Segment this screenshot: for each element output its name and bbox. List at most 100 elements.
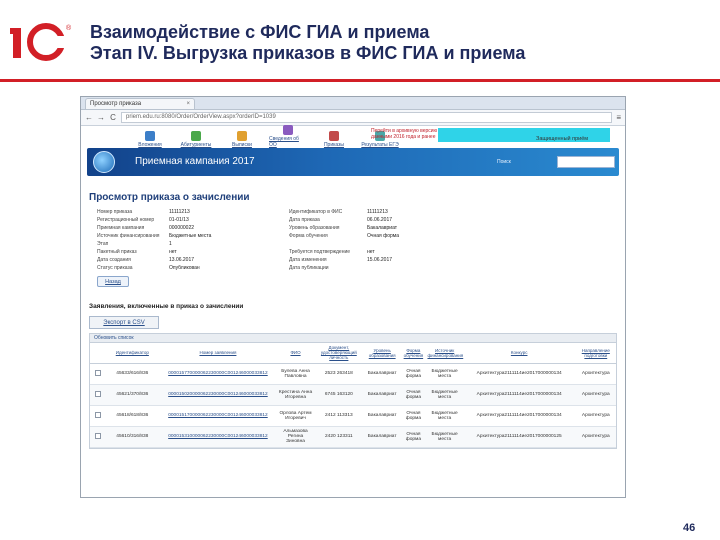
menu-icon[interactable]: ≡ [616, 113, 621, 122]
cell-level: Бакалавриат [364, 405, 401, 427]
row-checkbox-cell [90, 363, 107, 385]
browser-tab-title: Просмотр приказа [90, 101, 142, 107]
cell-financing: Бюджетные места [426, 426, 463, 448]
row-checkbox[interactable] [95, 390, 102, 397]
cell-direction: Архитектура [575, 384, 616, 406]
column-header[interactable]: Документ, удостоверяющий личность [313, 343, 365, 364]
menu-item-applicants[interactable]: Абитуриенты [177, 131, 215, 148]
column-header [90, 343, 107, 364]
close-icon[interactable]: × [186, 101, 190, 107]
menu-item-label: Сведения об ОО [269, 136, 299, 148]
cell-financing: Бюджетные места [426, 405, 463, 427]
banner-search-input[interactable] [557, 156, 615, 168]
cell-form: Очная форма [400, 363, 427, 385]
refresh-list-link[interactable]: Обновить список [90, 334, 616, 343]
cell-document: 2420 123311 [313, 426, 365, 448]
cell-direction: Архитектура [575, 363, 616, 385]
extracts-icon [237, 131, 247, 141]
browser-window: Просмотр приказа × ← → C priem.edu.ru:80… [80, 96, 626, 498]
row-checkbox[interactable] [95, 369, 102, 376]
secure-cabinet-link[interactable]: Защищенный приём [536, 136, 588, 142]
applications-table: Обновить список Идентификатор Номер заяв… [89, 333, 617, 449]
column-header[interactable]: Конкурс [462, 343, 576, 364]
cell-level: Бакалавриат [364, 426, 401, 448]
field-label: Дата создания [97, 257, 131, 263]
slide-title-line-2: Этап IV. Выгрузка приказов в ФИС ГИА и п… [90, 43, 526, 63]
table-row: 45618/618/836 000015170000062230000C0012… [90, 405, 616, 427]
column-header[interactable]: Форма обучения [400, 343, 427, 364]
field-value [367, 241, 467, 248]
row-checkbox-cell [90, 405, 107, 427]
column-header[interactable]: Источник финансирования [426, 343, 463, 364]
field-label: Приемная кампания [97, 225, 145, 231]
table-row: 45621/370/836 000015020000062230000C0012… [90, 384, 616, 406]
menu-item-orders[interactable]: Приказы [315, 131, 353, 148]
field-value: Бюджетные места [169, 233, 212, 239]
field-value: 000000022 [169, 225, 195, 231]
field-label: Дата изменения [289, 257, 327, 263]
address-bar[interactable]: priem.edu.ru:8080/Order/OrderView.aspx?o… [121, 112, 613, 123]
cell-direction: Архитектура [575, 405, 616, 427]
column-header[interactable]: Идентификатор [106, 343, 159, 364]
row-checkbox[interactable] [95, 411, 102, 418]
cell-id: 45610/316/838 [106, 426, 159, 448]
cell-financing: Бюджетные места [426, 363, 463, 385]
order-info-grid: Номер приказа 11111213 Идентификатор в Ф… [97, 209, 625, 272]
back-button[interactable]: Назад [97, 276, 129, 287]
registered-mark: ® [66, 24, 72, 32]
menu-item-extracts[interactable]: Выписки [223, 131, 261, 148]
field-label: Номер приказа [97, 209, 133, 215]
row-checkbox-cell [90, 384, 107, 406]
table-row: 45610/316/838 000015310000062230000C0012… [90, 426, 616, 448]
cell-level: Бакалавриат [364, 363, 401, 385]
cell-direction: Архитектура [575, 426, 616, 448]
cell-form: Очная форма [400, 384, 427, 406]
cell-financing: Бюджетные места [426, 384, 463, 406]
field-label: Статус приказа [97, 265, 133, 271]
cell-form: Очная форма [400, 405, 427, 427]
column-header[interactable]: ФИО [277, 343, 314, 364]
site-menu: Вложения Абитуриенты Выписки Сведения об… [81, 125, 625, 148]
applications-grid: Идентификатор Номер заявления ФИО Докуме… [90, 343, 616, 448]
cell-id: 45618/618/836 [106, 405, 159, 427]
browser-tab[interactable]: Просмотр приказа × [85, 98, 195, 109]
cell-competition: Архитектура2111114ие2017000000134 [462, 363, 576, 385]
field-value: нет [169, 249, 177, 255]
forward-icon[interactable]: → [97, 113, 105, 122]
cell-level: Бакалавриат [364, 384, 401, 406]
field-value [367, 265, 467, 272]
reload-icon[interactable]: C [109, 113, 117, 122]
column-header[interactable]: Номер заявления [158, 343, 278, 364]
slide-title: Взаимодействие с ФИС ГИА и приема Этап I… [90, 22, 525, 64]
cell-application-number[interactable]: 000015020000062230000C001246000033812 [158, 384, 278, 406]
attachments-icon [145, 131, 155, 141]
cell-document: 6745 163120 [313, 384, 365, 406]
slide-title-line-1: Взаимодействие с ФИС ГИА и приема [90, 22, 430, 42]
field-label: Источник финансирования [97, 233, 160, 239]
column-header[interactable]: Направление подготовки [575, 343, 616, 364]
page-number: 46 [683, 522, 696, 534]
cell-fio: Орлова Артем Игоревич [277, 405, 314, 427]
field-label: Дата публикации [289, 265, 329, 271]
field-value: 1 [169, 241, 172, 247]
export-csv-button[interactable]: Экспорт в CSV [89, 316, 159, 329]
orders-icon [329, 131, 339, 141]
field-value: 15.06.2017 [367, 257, 393, 263]
cell-application-number[interactable]: 000015170000062230000C001246000033812 [158, 405, 278, 427]
cell-id: 45633/616/836 [106, 363, 159, 385]
cell-fio: Альмазова Регина Зиновна [277, 426, 314, 448]
column-header[interactable]: Уровень образования [364, 343, 401, 364]
row-checkbox[interactable] [95, 432, 102, 439]
cell-fio: Булева Анна Павловна [277, 363, 314, 385]
fis-logo-icon [93, 151, 115, 173]
back-icon[interactable]: ← [85, 113, 93, 122]
field-value: 11111213 [169, 209, 190, 215]
menu-item-org-info[interactable]: Сведения об ОО [269, 125, 307, 148]
menu-item-attachments[interactable]: Вложения [131, 131, 169, 148]
field-value: 01-01/13 [169, 217, 189, 223]
cell-application-number[interactable]: 000015310000062230000C001246000033812 [158, 426, 278, 448]
field-label: Регистрационный номер [97, 217, 155, 223]
browser-tab-bar: Просмотр приказа × [81, 97, 625, 110]
cell-application-number[interactable]: 000015770000062230000C001246000033812 [158, 363, 278, 385]
banner-search-label: Поиск [497, 159, 511, 165]
